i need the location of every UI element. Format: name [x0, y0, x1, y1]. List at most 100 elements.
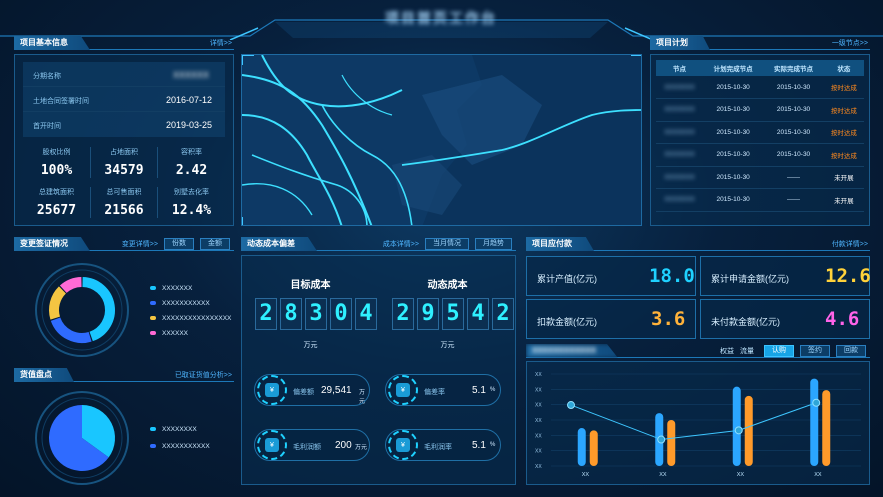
cost-month-button[interactable]: 当月情况 [425, 238, 469, 250]
plan-header: 项目计划 一级节点>> [650, 36, 870, 50]
stat-value: 12.4% [171, 203, 212, 218]
legend-item: XXXXXXX [150, 283, 231, 292]
tab-equity[interactable]: 权益 [720, 346, 734, 356]
cost-toolbar: 成本详情>> 当月情况 月趋势 [383, 238, 512, 250]
actual-date: 2015-10-30 [776, 106, 811, 114]
sales-header: XXXXXXXXXXXX 权益 流量 认购 签约 回款 [526, 344, 870, 358]
flip-digit: 2 [492, 298, 514, 330]
stat-value: 25677 [36, 203, 77, 218]
stat-value: 34579 [104, 163, 144, 178]
trend-point[interactable] [734, 426, 743, 435]
flip-digit: 9 [417, 298, 439, 330]
bar[interactable] [589, 430, 598, 466]
target-cost-label: 目标成本 [290, 280, 331, 291]
table-row[interactable]: XXXXXXX 2015-10-30 2015-10-30 按时达成 [656, 76, 864, 99]
plan-node: XXXXXXX [664, 106, 695, 114]
map-panel[interactable] [241, 54, 642, 226]
plan-status: 按时达成 [830, 85, 857, 92]
change-header: 变更签证情况 变更详情>> 份数 金额 [14, 237, 234, 251]
info-label: 分期名称 [33, 73, 61, 80]
table-row[interactable]: XXXXXXX 2015-10-30 2015-10-30 按时达成 [656, 99, 864, 121]
plan-date: 2015-10-30 [716, 151, 750, 159]
kpi-value: 12.6 [825, 265, 871, 287]
bar[interactable] [667, 420, 676, 466]
plan-level-link[interactable]: 一级节点>> [832, 38, 868, 48]
info-value: 2016-07-12 [166, 95, 213, 105]
info-label: 土地合同签署时间 [33, 98, 89, 105]
flip-digit: 2 [392, 298, 414, 330]
cost-detail-link[interactable]: 成本详情>> [383, 239, 419, 249]
payable-detail-link[interactable]: 付款详情>> [832, 239, 868, 249]
subscribe-button[interactable]: 认购 [764, 345, 794, 357]
bar[interactable] [732, 386, 741, 466]
change-detail-link[interactable]: 变更详情>> [122, 239, 158, 249]
goods-legend: XXXXXXXX XXXXXXXXXXX [150, 424, 210, 450]
legend-label: XXXXXX [162, 330, 189, 337]
dynamic-cost-label: 动态成本 [427, 280, 468, 291]
legend-label: XXXXXXXXXXX [162, 300, 210, 307]
item-label: 毛利润额 [293, 444, 321, 451]
trend-point[interactable] [812, 398, 821, 407]
plan-col-planned: 计划完成节点 [702, 60, 764, 76]
stat-cell: 别墅去化率 12.4% [158, 187, 225, 218]
deviation-rate-icon: ¥ [388, 375, 418, 405]
sign-button[interactable]: 签约 [800, 345, 830, 357]
change-legend: XXXXXXX XXXXXXXXXXX XXXXXXXXXXXXXXXX XXX… [150, 283, 231, 337]
table-row[interactable]: XXXXXXX 2015-10-30 2015-10-30 按时达成 [656, 144, 864, 166]
kpi-output-value: 累计产值(亿元) 18.0 [526, 256, 696, 296]
kpi-label: 未付款金额(亿元) [711, 317, 780, 327]
kpi-label: 累计产值(亿元) [537, 274, 597, 284]
dynamic-cost-digits: 2 9 5 4 2 [392, 298, 514, 330]
kpi-value: 3.6 [651, 308, 686, 330]
change-amount-button[interactable]: 金额 [200, 238, 230, 250]
tab-flow[interactable]: 流量 [740, 346, 754, 356]
bar[interactable] [822, 390, 831, 466]
change-panel: XXXXXXX XXXXXXXXXXX XXXXXXXXXXXXXXXX XXX… [14, 253, 234, 363]
table-row[interactable]: XXXXXXX 2015-10-30 —— 未开展 [656, 166, 864, 189]
y-tick-label: XX [535, 387, 542, 393]
dynamic-cost-unit: 万元 [440, 342, 455, 349]
project-info-panel: 分期名称 XXXXXX 土地合同签署时间 2016-07-12 首开时间 201… [14, 54, 234, 226]
stat-label: 占地面积 [110, 149, 138, 156]
collection-button[interactable]: 回款 [836, 345, 866, 357]
bar[interactable] [810, 378, 819, 466]
gross-margin-card: ¥ 毛利润率 5.1 % [385, 429, 501, 461]
plan-node: XXXXXXX [664, 196, 695, 204]
bar[interactable] [577, 428, 586, 466]
legend-item: XXXXXXXXXXX [150, 441, 210, 450]
trend-point[interactable] [567, 401, 575, 410]
plan-date: 2015-10-30 [716, 173, 750, 181]
item-label: 偏差额 [293, 389, 314, 396]
item-unit: % [490, 387, 496, 393]
table-row[interactable]: XXXXXXX 2015-10-30 2015-10-30 按时达成 [656, 121, 864, 144]
cost-trend-button[interactable]: 月趋势 [475, 238, 512, 250]
bar[interactable] [744, 395, 753, 466]
change-donut-chart [35, 263, 129, 357]
stat-label: 总可售面积 [106, 189, 142, 196]
item-label: 偏差率 [424, 389, 445, 396]
info-value: XXXXXX [173, 70, 210, 80]
table-row[interactable]: XXXXXXX 2015-10-30 —— 未开展 [656, 189, 864, 211]
stat-value: 2.42 [175, 163, 208, 178]
x-tick-label: XX [659, 472, 667, 478]
project-info-detail-link[interactable]: 详情>> [210, 38, 232, 48]
item-value: 29,541 [321, 385, 352, 396]
x-tick-label: XX [737, 472, 745, 478]
plan-date: 2015-10-30 [716, 196, 750, 204]
actual-date: —— [787, 196, 801, 204]
trend-point[interactable] [657, 435, 666, 444]
change-count-button[interactable]: 份数 [164, 238, 194, 250]
plan-status: 按时达成 [830, 130, 857, 138]
payable-header: 项目应付款 付款详情>> [526, 237, 870, 251]
plan-col-node: 节点 [656, 60, 703, 76]
goods-analysis-link[interactable]: 已取证货值分析>> [175, 370, 232, 380]
flip-digit: 2 [255, 298, 277, 330]
info-row: 首开时间 2019-03-25 [23, 112, 225, 137]
flip-digit: 0 [330, 298, 352, 330]
x-tick-label: XX [814, 472, 822, 478]
item-unit: 万元 [355, 445, 368, 451]
target-cost-digits: 2 8 3 0 4 [255, 298, 377, 330]
y-tick-label: XX [535, 433, 542, 439]
legend-label: XXXXXXXX [162, 426, 197, 433]
kpi-label: 累计申请金额(亿元) [711, 274, 789, 284]
